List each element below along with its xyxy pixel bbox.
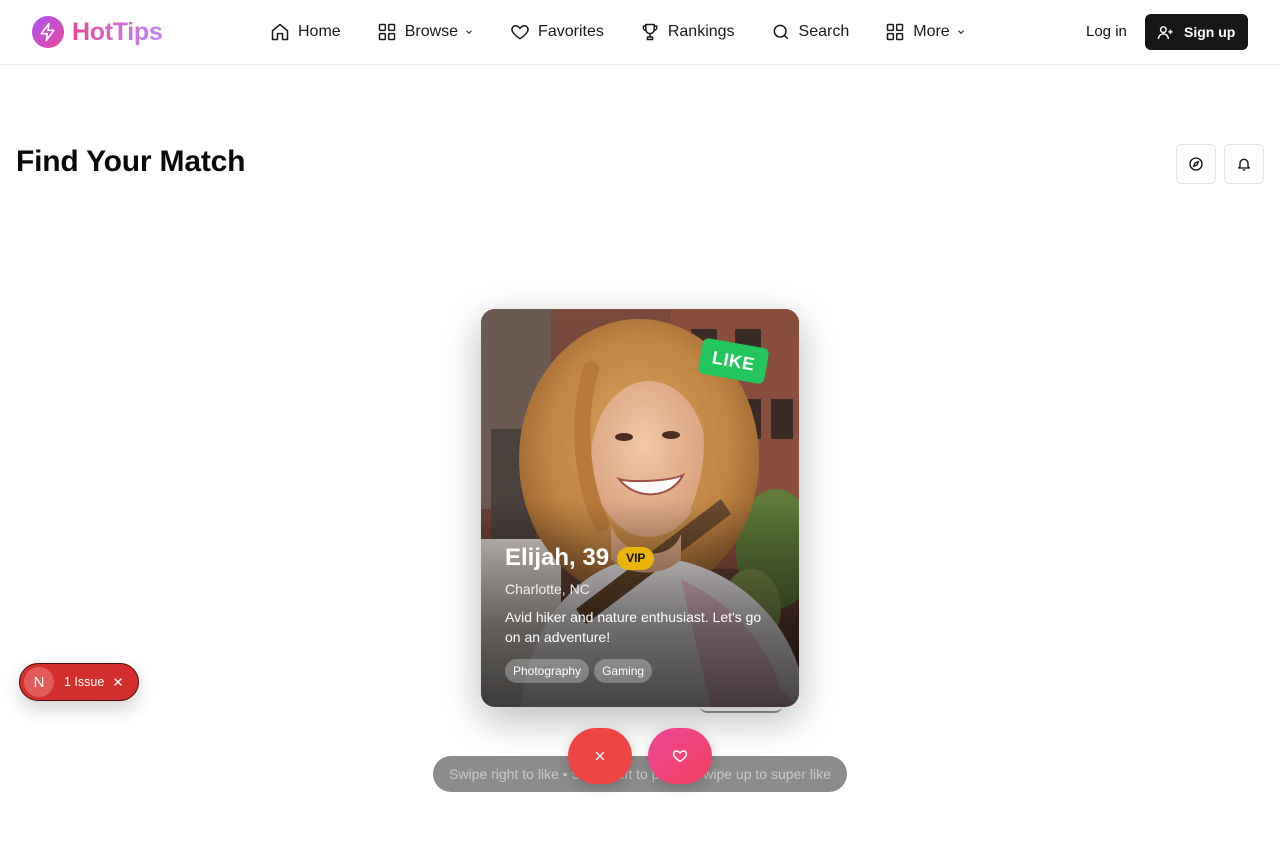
nav-home[interactable]: Home bbox=[270, 22, 341, 42]
close-icon bbox=[595, 751, 605, 761]
notifications-button[interactable] bbox=[1224, 144, 1264, 184]
heart-icon bbox=[672, 750, 688, 763]
like-button[interactable] bbox=[648, 728, 712, 784]
grid-icon bbox=[378, 23, 395, 41]
profile-location: Charlotte, NC bbox=[505, 581, 590, 597]
chevron-down-icon bbox=[466, 30, 472, 34]
pass-button[interactable] bbox=[568, 728, 632, 784]
main-nav: Home Browse Favorites Rankings Search Mo… bbox=[270, 0, 966, 64]
home-icon bbox=[271, 23, 289, 41]
grid-icon bbox=[887, 23, 904, 41]
issue-badge: N bbox=[24, 667, 54, 697]
user-plus-icon bbox=[1157, 25, 1173, 39]
search-icon bbox=[773, 24, 788, 40]
bell-icon bbox=[1238, 158, 1250, 171]
brand-logo[interactable]: HotTips bbox=[32, 16, 163, 48]
signup-label: Sign up bbox=[1184, 24, 1236, 40]
nav-rankings-label: Rankings bbox=[667, 23, 735, 40]
compass-icon bbox=[1189, 157, 1203, 171]
swipe-hint: Swipe right to like • Swipe left to pass… bbox=[433, 756, 847, 792]
profile-bio: Avid hiker and nature enthusiast. Let's … bbox=[505, 609, 762, 645]
discover-button[interactable] bbox=[1176, 144, 1216, 184]
trophy-icon bbox=[642, 23, 658, 41]
nav-favorites[interactable]: Favorites bbox=[510, 22, 604, 42]
profile-name-age: Elijah, 39 bbox=[505, 544, 610, 571]
chevron-down-icon bbox=[957, 30, 964, 34]
brand-name: HotTips bbox=[72, 17, 163, 46]
nav-search[interactable]: Search bbox=[771, 22, 850, 42]
page-title: Find Your Match bbox=[16, 145, 246, 178]
nav-search-label: Search bbox=[798, 23, 850, 40]
nav-more-label: More bbox=[913, 23, 950, 40]
nav-more[interactable]: More bbox=[885, 22, 965, 42]
vip-badge: VIP bbox=[617, 546, 655, 570]
login-button[interactable]: Log in bbox=[1086, 23, 1127, 40]
interest-tag: Photography bbox=[505, 659, 590, 683]
nav-rankings[interactable]: Rankings bbox=[640, 22, 735, 42]
heart-icon bbox=[511, 25, 529, 40]
lightning-icon bbox=[32, 16, 64, 48]
signup-button[interactable]: Sign up bbox=[1145, 14, 1248, 50]
profile-name-row: Elijah, 39 VIP bbox=[505, 544, 655, 572]
interest-tag: Gaming bbox=[594, 659, 653, 683]
close-icon[interactable] bbox=[112, 676, 124, 688]
nav-home-label: Home bbox=[298, 23, 341, 40]
top-navigation-bar: HotTips Home Browse Favorites Rankings S… bbox=[0, 0, 1280, 65]
issues-indicator[interactable]: N 1 Issue bbox=[19, 663, 139, 701]
profile-card[interactable]: LIKE Elijah, 39 VIP Charlotte, NC Avid h… bbox=[481, 309, 799, 707]
nav-browse[interactable]: Browse bbox=[377, 22, 474, 42]
nav-browse-label: Browse bbox=[404, 23, 459, 40]
issue-count-label: 1 Issue bbox=[64, 675, 105, 689]
nav-favorites-label: Favorites bbox=[538, 23, 604, 40]
interest-tags: Photography Gaming bbox=[505, 659, 653, 683]
card-stack-edge bbox=[700, 706, 782, 713]
